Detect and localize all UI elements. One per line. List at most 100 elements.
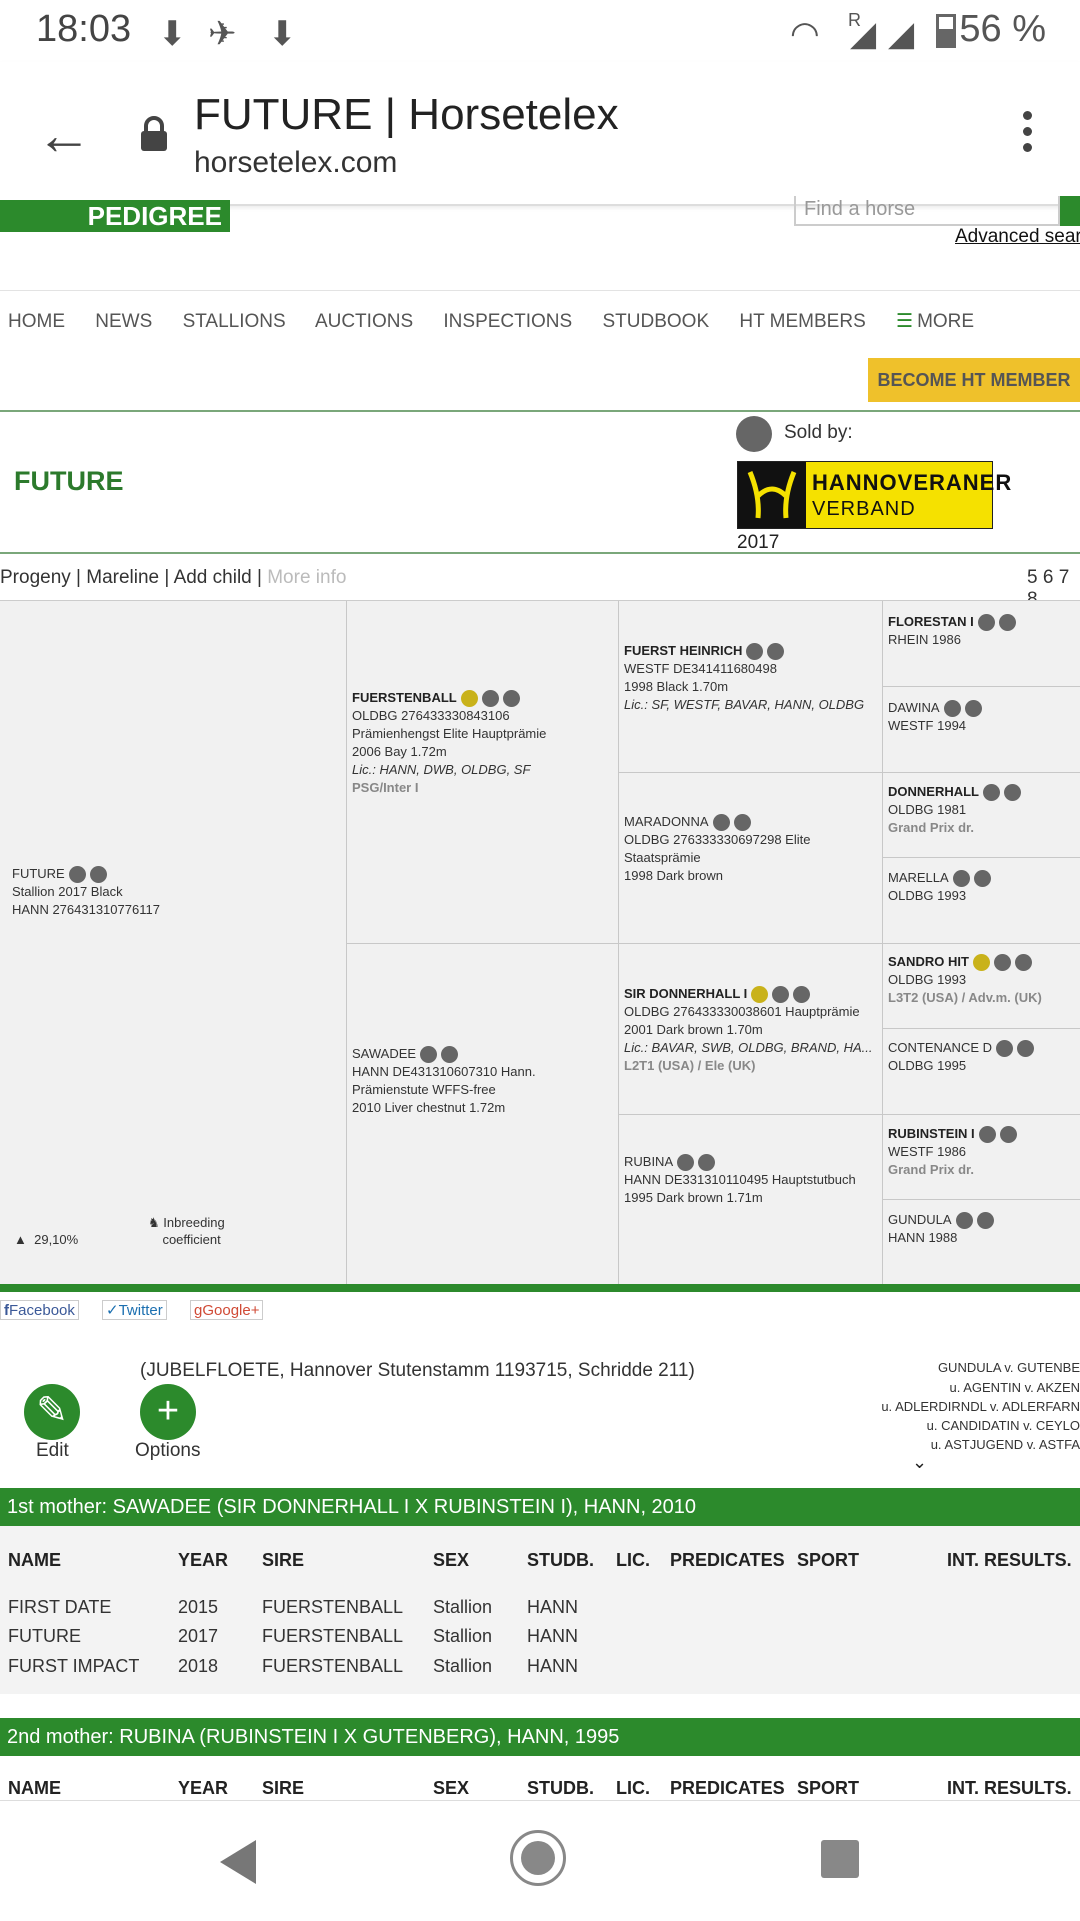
pedigree-name[interactable]: FUERST HEINRICH [624,643,742,658]
hamburger-icon[interactable]: ☰ [896,311,913,332]
pedigree-subject[interactable]: FUTURE Stallion 2017 Black HANN 27643131… [12,865,160,919]
pedigree-name[interactable]: RUBINA [624,1154,673,1169]
pedigree-g3[interactable]: CONTENANCE D OLDBG 1995 [888,1039,1035,1075]
stallion-badge-icon[interactable] [460,690,478,708]
edit-button[interactable]: ✎ [24,1384,80,1440]
lock-icon[interactable] [140,116,168,157]
pedigree-name[interactable]: FUERSTENBALL [352,690,457,705]
horse-links-text[interactable]: Progeny | Mareline | Add child | [0,567,262,588]
pedigree-name[interactable]: RUBINSTEIN I [888,1126,975,1141]
more-info-link[interactable]: More info [267,567,346,588]
pedigree-icon[interactable] [964,700,982,718]
pedigree-g3[interactable]: SANDRO HIT OLDBG 1993 L3T2 (USA) / Adv.m… [888,953,1042,1007]
pedigree-icon[interactable] [733,814,751,832]
pedigree-dam[interactable]: SAWADEE HANN DE431310607310 Hann. Prämie… [352,1045,536,1117]
nav-news[interactable]: NEWS [95,311,152,332]
seller-logo[interactable]: HANNOVERANER VERBAND [737,461,1011,529]
page-title[interactable]: FUTURE | Horsetelex [194,90,619,140]
stallion-badge-icon[interactable] [972,954,990,972]
nav-recents-icon[interactable] [821,1840,859,1878]
pedigree-name[interactable]: MARADONNA [624,814,709,829]
advanced-search-link[interactable]: Advanced searc [955,226,1080,248]
nav-more[interactable]: MORE [917,311,974,332]
table-cell-sire[interactable]: FUERSTENBALL [262,1656,403,1677]
site-logo[interactable]: PEDIGREE [0,200,230,232]
table-cell-sire[interactable]: FUERSTENBALL [262,1597,403,1618]
pedigree-icon[interactable] [1017,1040,1035,1058]
edit-icon[interactable] [943,700,961,718]
pedigree-name[interactable]: DONNERHALL [888,784,979,799]
overflow-menu-icon[interactable] [1023,104,1032,159]
nav-auctions[interactable]: AUCTIONS [315,311,413,332]
chevron-down-icon[interactable]: ⌄ [912,1452,927,1473]
edit-icon[interactable] [420,1046,438,1064]
edit-icon[interactable] [993,954,1011,972]
nav-inspections[interactable]: INSPECTIONS [443,311,572,332]
pedigree-name[interactable]: SIR DONNERHALL I [624,986,747,1001]
nav-studbook[interactable]: STUDBOOK [603,311,710,332]
table-cell-name[interactable]: FUTURE [8,1626,81,1647]
pedigree-name[interactable]: GUNDULA [888,1212,952,1227]
pedigree-icon[interactable] [767,643,785,661]
url-text[interactable]: horsetelex.com [194,146,397,180]
options-label[interactable]: Options [135,1440,200,1462]
pedigree-g3[interactable]: RUBINSTEIN I WESTF 1986 Grand Prix dr. [888,1125,1017,1179]
pedigree-icon[interactable] [998,614,1016,632]
pedigree-g3[interactable]: MARELLA OLDBG 1993 [888,869,991,905]
pedigree-icon[interactable] [1014,954,1032,972]
pedigree-icon[interactable] [698,1154,716,1172]
pedigree-dam-dam[interactable]: RUBINA HANN DE331310110495 Hauptstutbuch… [624,1153,856,1207]
pedigree-name[interactable]: CONTENANCE D [888,1040,992,1055]
edit-icon[interactable] [983,784,1000,802]
edit-icon[interactable] [68,866,86,884]
pedigree-icon[interactable] [441,1046,459,1064]
edit-icon[interactable] [746,643,764,661]
pedigree-name[interactable]: MARELLA [888,870,949,885]
table-cell-sire[interactable]: FUERSTENBALL [262,1626,403,1647]
table-cell-name[interactable]: FURST IMPACT [8,1656,139,1677]
edit-icon[interactable] [772,986,790,1004]
pedigree-name[interactable]: FUTURE [12,866,65,881]
nav-stallions[interactable]: STALLIONS [183,311,286,332]
pedigree-g3[interactable]: DONNERHALL OLDBG 1981 Grand Prix dr. [888,783,1021,837]
pedigree-name[interactable]: SANDRO HIT [888,954,969,969]
pedigree-name[interactable]: DAWINA [888,700,940,715]
edit-label[interactable]: Edit [36,1440,69,1462]
pedigree-icon[interactable] [793,986,811,1004]
pedigree-icon[interactable] [89,866,107,884]
nav-home[interactable]: HOME [8,311,65,332]
pedigree-sire[interactable]: FUERSTENBALL OLDBG 276433330843106 Prämi… [352,689,546,797]
pedigree-icon[interactable] [973,870,991,888]
edit-icon[interactable] [955,1212,973,1230]
table-cell-name[interactable]: FIRST DATE [8,1597,111,1618]
back-arrow-icon[interactable]: ← [36,102,92,167]
stallion-badge-icon[interactable] [751,986,769,1004]
options-button[interactable]: + [140,1384,196,1440]
nav-home-icon[interactable] [510,1830,566,1886]
pedigree-sire-sire[interactable]: FUERST HEINRICH WESTF DE341411680498 199… [624,642,864,714]
edit-icon[interactable] [677,1154,695,1172]
pedigree-name[interactable]: SAWADEE [352,1046,416,1061]
nav-back-icon[interactable] [220,1840,256,1884]
pedigree-g3[interactable]: DAWINA WESTF 1994 [888,699,982,735]
search-button[interactable] [1060,196,1080,226]
edit-icon[interactable] [481,690,499,708]
pedigree-icon[interactable] [502,690,520,708]
nav-ht-members[interactable]: HT MEMBERS [739,311,865,332]
pedigree-sire-dam[interactable]: MARADONNA OLDBG 276333330697298 Elite St… [624,813,810,885]
pedigree-dam-sire[interactable]: SIR DONNERHALL I OLDBG 276433330038601 H… [624,985,873,1075]
edit-icon[interactable] [952,870,970,888]
edit-icon[interactable] [996,1040,1014,1058]
edit-icon[interactable] [712,814,730,832]
pedigree-name[interactable]: FLORESTAN I [888,614,974,629]
inbreeding-label[interactable]: ♞ Inbreeding coefficient [148,1214,225,1248]
pedigree-icon[interactable] [1004,784,1021,802]
twitter-share-button[interactable]: ✓Twitter [102,1300,167,1320]
pedigree-icon[interactable] [999,1126,1017,1144]
pedigree-icon[interactable] [976,1212,994,1230]
pedigree-g3[interactable]: GUNDULA HANN 1988 [888,1211,994,1247]
pedigree-g3[interactable]: FLORESTAN I RHEIN 1986 [888,613,1016,649]
google-share-button[interactable]: gGoogle+ [190,1300,264,1320]
edit-icon[interactable] [978,1126,996,1144]
search-input[interactable]: Find a horse [794,196,1060,226]
